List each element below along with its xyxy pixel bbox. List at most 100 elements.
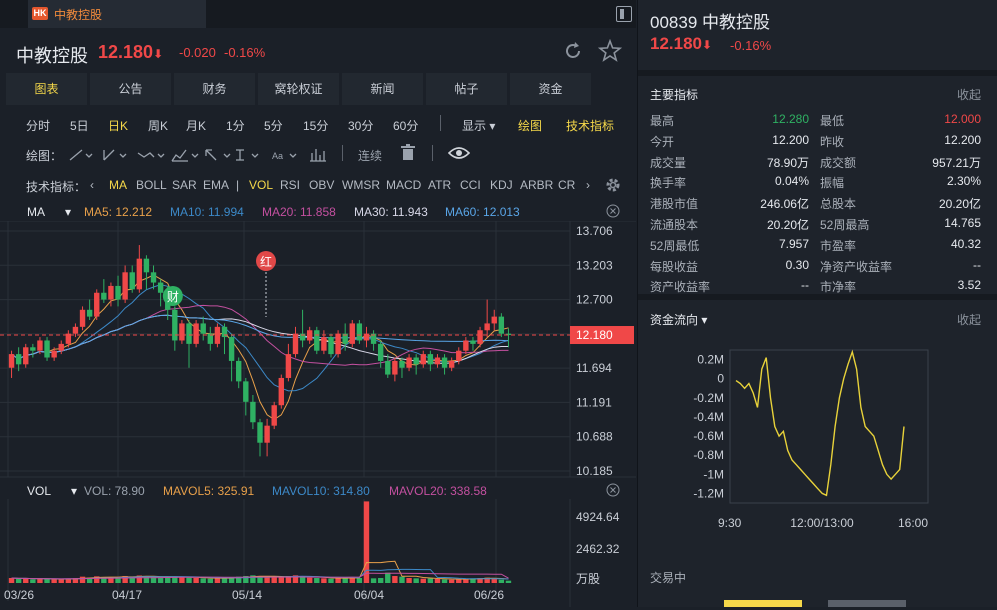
indicator-ema[interactable]: EMA — [203, 178, 229, 192]
period-day[interactable]: 日K — [108, 117, 128, 134]
volume-bar — [186, 577, 192, 583]
indicator-cci[interactable]: CCI — [460, 178, 481, 192]
period-5day[interactable]: 5日 — [70, 117, 89, 134]
volume-bar — [306, 577, 313, 583]
tab-warrants[interactable]: 窝轮权证 — [258, 73, 339, 105]
candle-body — [420, 354, 426, 365]
candle-body — [136, 258, 143, 290]
gear-icon[interactable] — [604, 176, 622, 194]
indicator-cr[interactable]: CR — [558, 178, 575, 192]
tab-announcement[interactable]: 公告 — [90, 73, 171, 105]
candle-body — [498, 316, 505, 334]
candle-body — [193, 323, 199, 344]
tab-finance[interactable]: 财务 — [174, 73, 255, 105]
indicator-atr[interactable]: ATR — [428, 178, 451, 192]
period-month[interactable]: 月K — [186, 117, 206, 134]
indicator-rsi[interactable]: RSI — [280, 178, 300, 192]
indicator-wmsr[interactable]: WMSR — [342, 178, 380, 192]
volume-bar — [441, 579, 448, 583]
draw-button[interactable]: 绘图 — [518, 117, 542, 134]
mavol5-value: MAVOL5: 325.91 — [163, 484, 255, 498]
trash-icon[interactable] — [400, 144, 416, 162]
candle-body — [434, 357, 441, 365]
period-5min[interactable]: 5分 — [264, 117, 283, 134]
tab-funds[interactable]: 资金 — [510, 73, 591, 105]
sidebar-toggle-icon[interactable] — [616, 6, 632, 22]
continuous-toggle[interactable]: 连续 — [358, 147, 382, 164]
kline-chart[interactable]: 13.706 13.203 12.700 12.180 11.694 11.191 10.6… — [0, 220, 636, 607]
period-week[interactable]: 周K — [148, 117, 168, 134]
indicator-ma[interactable]: MA — [109, 178, 127, 192]
period-30min[interactable]: 30分 — [348, 117, 373, 134]
indicator-vol[interactable]: VOL — [249, 178, 273, 192]
chevron-left-icon[interactable]: ‹ — [90, 178, 94, 192]
candle-body — [385, 360, 391, 375]
metric-label: 净资产收益率 — [820, 259, 893, 274]
ma-selector[interactable]: MA ▾ — [27, 205, 71, 219]
refresh-icon[interactable] — [562, 40, 584, 62]
price-axis-label: 13.203 — [576, 258, 613, 272]
chevron-right-icon[interactable]: › — [586, 178, 590, 192]
candle-body — [236, 360, 242, 382]
divider — [342, 145, 343, 161]
volume-bar — [448, 579, 455, 583]
indicator-obv[interactable]: OBV — [309, 178, 334, 192]
flow-collapse-button[interactable]: 收起 — [957, 311, 981, 328]
volume-bar — [157, 577, 164, 583]
flow-y-label: -0.4M — [693, 410, 724, 424]
volume-bar — [427, 578, 434, 583]
window-tab[interactable]: HK 中教控股 — [28, 0, 206, 28]
drawing-tools-icons[interactable]: Aa — [66, 145, 366, 165]
tech-indicator-button[interactable]: 技术指标 — [566, 117, 614, 134]
quote-header: 中教控股 12.180⬇ -0.020 -0.16% — [0, 28, 636, 73]
date-axis-label: 04/17 — [112, 588, 142, 602]
metric-label: 资产收益率 — [650, 280, 711, 295]
svg-text:Aa: Aa — [272, 151, 283, 161]
tab-chart[interactable]: 图表 — [6, 73, 87, 105]
indicator-boll[interactable]: BOLL — [136, 178, 167, 192]
indicator-kdj[interactable]: KDJ — [490, 178, 513, 192]
fund-flow-dropdown[interactable]: 资金流向 ▾ — [650, 311, 707, 328]
metric-value: -- — [801, 278, 809, 293]
metric-value: 78.90万 — [766, 155, 809, 170]
indicator-arbr[interactable]: ARBR — [520, 178, 553, 192]
candle-body — [406, 357, 412, 368]
flow-x-label: 16:00 — [898, 516, 928, 530]
period-1min[interactable]: 1分 — [226, 117, 245, 134]
candle-body — [172, 309, 178, 341]
candle-body — [491, 316, 497, 324]
close-icon[interactable] — [606, 204, 620, 218]
star-icon[interactable] — [598, 39, 622, 63]
metric-value: 12.280 — [772, 112, 809, 126]
candle-body — [448, 360, 455, 368]
candle-body — [37, 340, 43, 351]
close-icon[interactable] — [606, 483, 620, 497]
period-60min[interactable]: 60分 — [393, 117, 418, 134]
metric-value: 2.30% — [946, 174, 981, 189]
draw-label: 绘图： — [26, 149, 63, 163]
buy-button[interactable] — [724, 600, 802, 607]
display-dropdown[interactable]: 显示 ▾ — [462, 117, 495, 134]
price-axis-label: 12.700 — [576, 293, 613, 307]
period-timeshare[interactable]: 分时 — [26, 117, 50, 134]
candle-body — [108, 285, 114, 300]
ma60-value: MA60: 12.013 — [445, 205, 520, 219]
eye-icon[interactable] — [448, 145, 470, 161]
price-axis-label: 10.185 — [576, 464, 613, 478]
tab-posts[interactable]: 帖子 — [426, 73, 507, 105]
metric-label: 总股本 — [820, 197, 857, 212]
price-change: -0.020 — [179, 45, 216, 60]
sell-button[interactable] — [828, 600, 906, 607]
indicator-sar[interactable]: SAR — [172, 178, 197, 192]
volume-bar — [356, 578, 363, 583]
vol-selector[interactable]: VOL ▾ — [27, 484, 77, 498]
metrics-collapse-button[interactable]: 收起 — [957, 86, 981, 103]
tab-news[interactable]: 新闻 — [342, 73, 423, 105]
period-15min[interactable]: 15分 — [303, 117, 328, 134]
metric-label: 市盈率 — [820, 238, 857, 253]
indicator-macd[interactable]: MACD — [386, 178, 421, 192]
volume-bar — [193, 578, 199, 583]
kline-chart-area[interactable]: 13.706 13.203 12.700 12.180 11.694 11.191 10.6… — [0, 220, 636, 607]
volume-bar — [392, 576, 398, 583]
metrics-title: 主要指标 — [650, 88, 699, 102]
